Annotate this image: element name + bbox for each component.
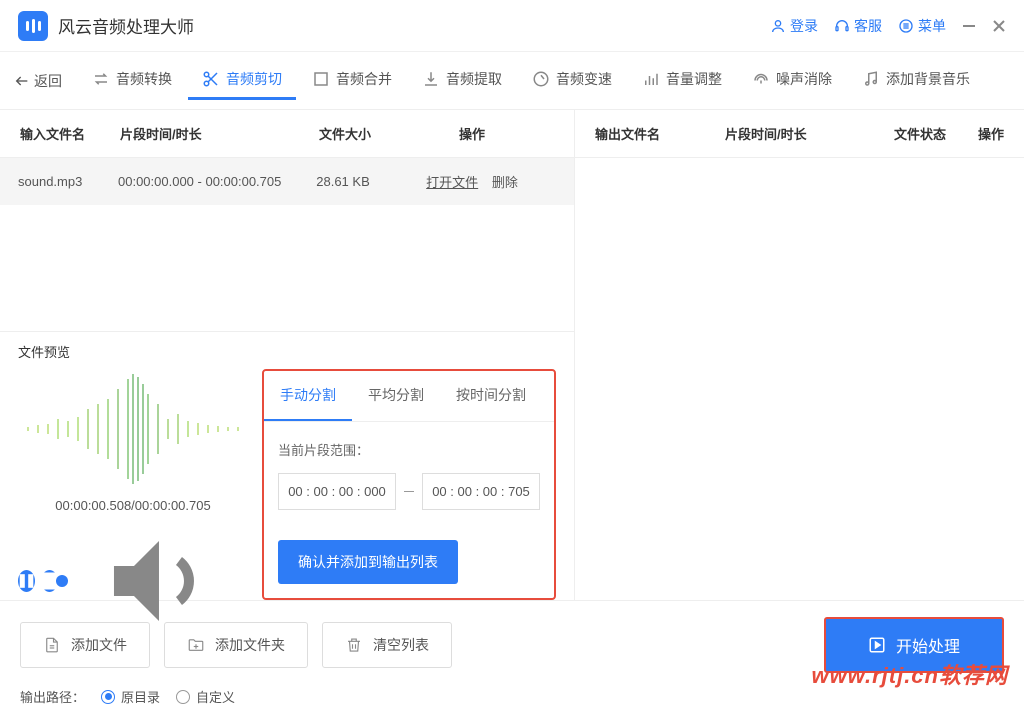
radio-dot-off bbox=[176, 690, 190, 704]
back-button[interactable]: 返回 bbox=[14, 71, 76, 91]
waveform-icon bbox=[18, 369, 248, 489]
arrow-left-icon bbox=[14, 73, 30, 89]
noise-icon bbox=[752, 70, 770, 88]
user-icon bbox=[770, 18, 786, 34]
file-size: 28.61 KB bbox=[298, 174, 388, 189]
split-tab-time[interactable]: 按时间分割 bbox=[440, 371, 542, 421]
range-label: 当前片段范围： bbox=[278, 440, 540, 459]
extract-icon bbox=[422, 70, 440, 88]
start-process-button[interactable]: 开始处理 bbox=[824, 617, 1004, 673]
app-title: 风云音频处理大师 bbox=[58, 13, 194, 38]
range-dash bbox=[404, 491, 414, 492]
delete-file-link[interactable]: 删除 bbox=[492, 175, 518, 190]
convert-icon bbox=[92, 70, 110, 88]
main-toolbar: 返回 音频转换 音频剪切 音频合并 音频提取 音频变速 音量调整 噪声消除 添加… bbox=[0, 52, 1024, 110]
app-icon bbox=[18, 11, 48, 41]
tab-audio-convert[interactable]: 音频转换 bbox=[78, 61, 186, 100]
menu-button[interactable]: 菜单 bbox=[898, 16, 946, 36]
support-button[interactable]: 客服 bbox=[834, 16, 882, 36]
merge-icon bbox=[312, 70, 330, 88]
music-icon bbox=[862, 70, 880, 88]
tab-audio-speed[interactable]: 音频变速 bbox=[518, 61, 626, 100]
scissors-icon bbox=[202, 70, 220, 88]
trash-icon bbox=[345, 636, 363, 654]
confirm-add-button[interactable]: 确认并添加到输出列表 bbox=[278, 540, 458, 584]
input-table-head: 输入文件名 片段时间/时长 文件大小 操作 bbox=[0, 110, 574, 158]
speed-icon bbox=[532, 70, 550, 88]
waveform-area[interactable]: 00:00:00.508/00:00:00.705 bbox=[18, 369, 248, 529]
range-from-input[interactable]: 00 : 00 : 00 : 000 bbox=[278, 473, 396, 510]
title-bar: 风云音频处理大师 登录 客服 菜单 bbox=[0, 0, 1024, 52]
pause-button[interactable] bbox=[18, 570, 35, 592]
volume-icon bbox=[642, 70, 660, 88]
login-button[interactable]: 登录 bbox=[770, 16, 818, 36]
tab-audio-cut[interactable]: 音频剪切 bbox=[188, 61, 296, 100]
radio-custom-dir[interactable]: 自定义 bbox=[176, 687, 235, 706]
file-name: sound.mp3 bbox=[18, 174, 118, 189]
output-path-label: 输出路径： bbox=[20, 687, 85, 706]
split-tab-average[interactable]: 平均分割 bbox=[352, 371, 440, 421]
close-button[interactable] bbox=[992, 19, 1006, 33]
preview-title: 文件预览 bbox=[18, 342, 556, 361]
range-to-input[interactable]: 00 : 00 : 00 : 705 bbox=[422, 473, 540, 510]
clear-list-button[interactable]: 清空列表 bbox=[322, 622, 452, 668]
pause-icon bbox=[18, 521, 35, 641]
preview-time: 00:00:00.508/00:00:00.705 bbox=[18, 498, 248, 513]
file-time: 00:00:00.000 - 00:00:00.705 bbox=[118, 174, 298, 189]
radio-dot-on bbox=[101, 690, 115, 704]
menu-icon bbox=[898, 18, 914, 34]
tab-audio-merge[interactable]: 音频合并 bbox=[298, 61, 406, 100]
output-table-head: 输出文件名 片段时间/时长 文件状态 操作 bbox=[575, 110, 1024, 158]
input-file-row[interactable]: sound.mp3 00:00:00.000 - 00:00:00.705 28… bbox=[0, 158, 574, 205]
open-file-link[interactable]: 打开文件 bbox=[426, 175, 478, 190]
tab-noise-reduce[interactable]: 噪声消除 bbox=[738, 61, 846, 100]
volume-icon[interactable] bbox=[70, 521, 248, 641]
tab-add-bgm[interactable]: 添加背景音乐 bbox=[848, 61, 984, 100]
tab-volume-adjust[interactable]: 音量调整 bbox=[628, 61, 736, 100]
play-icon bbox=[868, 636, 886, 654]
radio-original-dir[interactable]: 原目录 bbox=[101, 687, 160, 706]
split-tab-manual[interactable]: 手动分割 bbox=[264, 371, 352, 421]
tab-audio-extract[interactable]: 音频提取 bbox=[408, 61, 516, 100]
split-panel: 手动分割 平均分割 按时间分割 当前片段范围： 00 : 00 : 00 : 0… bbox=[262, 369, 556, 600]
headset-icon bbox=[834, 18, 850, 34]
minimize-button[interactable] bbox=[962, 19, 976, 33]
